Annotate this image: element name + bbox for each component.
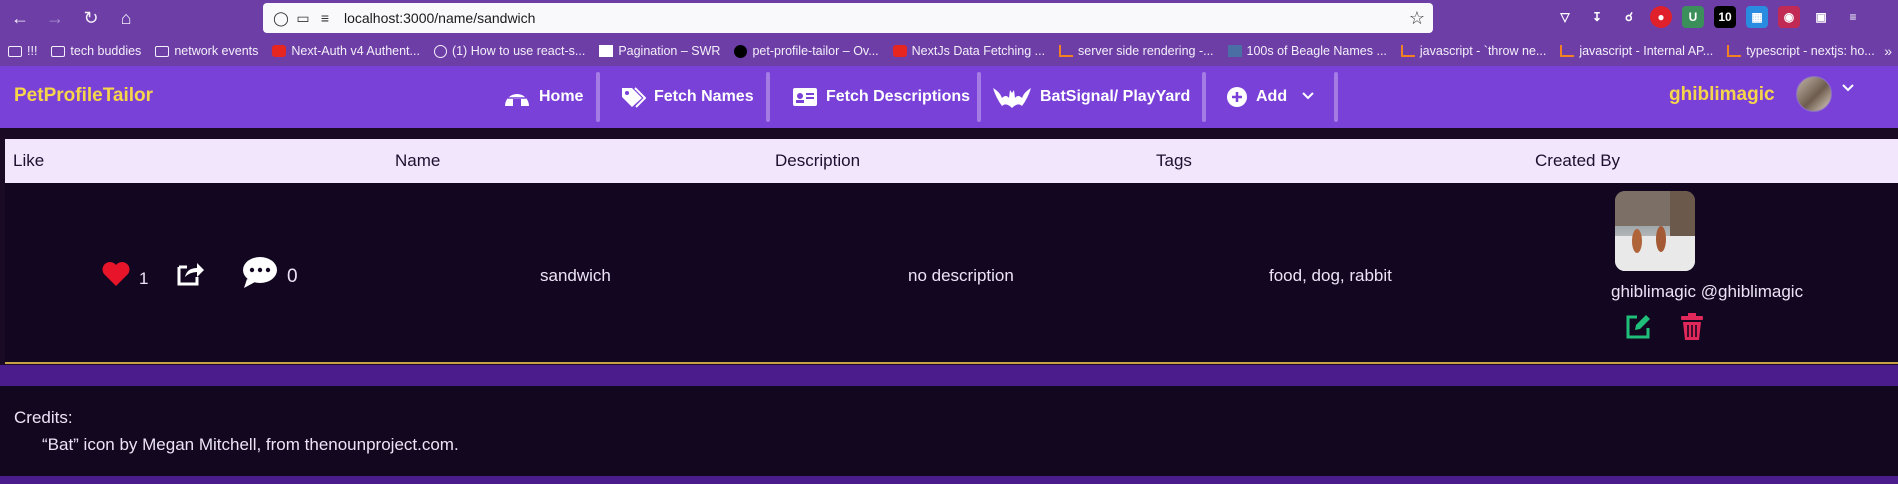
bottom-border [0,476,1898,484]
table-header: Like Name Description Tags Created By [5,139,1898,183]
folder-icon [51,45,66,57]
column-header-name: Name [395,151,441,170]
browser-toolbar: ← → ↻ ⌂ ◯ ▭ ≡ localhost:3000/name/sandwi… [0,0,1898,36]
extension-bar: ▽ ↧ ☌ ● U 10 ▦ ◉ ▣ ≡ [1554,6,1864,28]
bookmark-star-icon[interactable]: ☆ [1409,8,1425,28]
shield-icon[interactable]: ◯ [272,9,290,27]
section-divider [0,365,1898,384]
column-header-description: Description [775,151,861,170]
comment-icon[interactable] [241,255,279,294]
nav-divider [766,72,770,122]
nav-home[interactable]: Home [503,74,583,120]
bookmark-item[interactable]: javascript - Internal AP... [1560,44,1713,58]
menu-icon[interactable]: ≡ [1842,6,1864,28]
app-navbar: PetProfileTailor Home Fetch Names Fetch … [0,66,1898,128]
translate-extension-icon[interactable]: ▦ [1746,6,1768,28]
search-extension-icon[interactable]: ☌ [1618,6,1640,28]
tune-icon[interactable]: ≡ [316,9,334,27]
folder-icon [155,45,170,57]
adblock-icon[interactable]: ● [1650,6,1672,28]
bookmarks-bar: !!! tech buddies network events Next-Aut… [0,36,1898,66]
address-bar[interactable]: ◯ ▭ ≡ localhost:3000/name/sandwich ☆ [263,3,1433,33]
credits-line: “Bat” icon by Megan Mitchell, from theno… [42,435,459,454]
folder-icon [8,45,22,57]
bookmark-item[interactable]: typescript - nextjs: ho... [1727,44,1875,58]
footer: Credits: “Bat” icon by Megan Mitchell, f… [0,384,1898,476]
bookmark-item[interactable]: javascript - `throw ne... [1400,44,1546,58]
like-count: 1 [139,269,149,288]
table-row: 1 0 sandwich no description food, dog, r… [5,183,1898,364]
youtube-icon [272,45,287,57]
download-icon[interactable]: ↧ [1586,6,1608,28]
colorful-extension-icon[interactable]: ◉ [1778,6,1800,28]
pocket-icon[interactable]: ▽ [1554,6,1576,28]
globe-icon [433,44,447,58]
heart-icon[interactable] [101,261,131,292]
ten-extension-icon[interactable]: 10 [1714,6,1736,28]
beagle-icon [1227,45,1242,57]
bookmark-item[interactable]: !!! [8,44,37,58]
bookmark-item[interactable]: Pagination – SWR [599,44,720,58]
trash-icon[interactable] [1679,313,1705,346]
description-cell: no description [908,266,1014,285]
nav-divider [1202,72,1206,122]
bookmark-item[interactable]: NextJs Data Fetching ... [892,44,1045,58]
edit-icon[interactable] [1624,313,1652,346]
url-text[interactable]: localhost:3000/name/sandwich [344,10,535,26]
nav-add-dropdown[interactable]: Add [1226,74,1315,120]
brand-logo[interactable]: PetProfileTailor [14,85,153,107]
plus-circle-icon [1226,86,1248,108]
tags-icon [620,86,646,108]
page-icon[interactable]: ▭ [294,9,312,27]
extensions-puzzle-icon[interactable]: ▣ [1810,6,1832,28]
nav-divider [1334,72,1338,122]
nav-divider [596,72,600,122]
stackoverflow-icon [1059,45,1074,57]
share-icon[interactable] [175,259,205,292]
bat-icon [992,84,1032,110]
nav-fetch-descriptions[interactable]: Fetch Descriptions [792,74,970,120]
column-header-like: Like [13,151,45,170]
igloo-icon [503,86,531,108]
reload-icon[interactable]: ↻ [79,6,103,30]
name-cell: sandwich [540,266,611,285]
more-bookmarks-icon[interactable]: » [1884,43,1892,59]
id-card-icon [792,87,818,107]
user-name[interactable]: ghiblimagic [1669,84,1775,106]
nav-divider [977,72,981,122]
stackoverflow-icon [1400,45,1415,57]
column-header-tags: Tags [1156,151,1192,170]
bookmark-item[interactable]: Next-Auth v4 Authent... [272,44,420,58]
user-menu-chevron-icon[interactable] [1842,80,1854,92]
bookmark-item[interactable]: tech buddies [51,44,141,58]
grammar-extension-icon[interactable]: U [1682,6,1704,28]
youtube-icon [892,45,907,57]
vercel-icon [734,44,748,58]
creator-name[interactable]: ghiblimagic @ghiblimagic [1611,282,1803,302]
home-icon[interactable]: ⌂ [114,6,138,30]
avatar[interactable] [1796,76,1832,112]
nav-batsignal[interactable]: BatSignal/ PlayYard [992,74,1190,120]
column-header-created-by: Created By [1535,151,1621,170]
back-icon[interactable]: ← [8,6,32,30]
creator-avatar[interactable] [1615,191,1695,271]
bookmark-item[interactable]: network events [155,44,258,58]
chevron-down-icon [1301,88,1315,106]
bookmark-item[interactable]: (1) How to use react-s... [433,44,585,58]
credits-title: Credits: [14,408,73,427]
stackoverflow-icon [1560,45,1575,57]
nav-fetch-names[interactable]: Fetch Names [620,74,754,120]
swr-icon [599,45,614,57]
bookmark-item[interactable]: pet-profile-tailor – Ov... [734,44,879,58]
stackoverflow-icon [1727,45,1742,57]
forward-icon[interactable]: → [43,6,67,30]
bookmark-item[interactable]: server side rendering -... [1059,44,1214,58]
bookmark-item[interactable]: 100s of Beagle Names ... [1227,44,1387,58]
comment-count: 0 [287,266,298,287]
tags-cell: food, dog, rabbit [1269,266,1392,285]
